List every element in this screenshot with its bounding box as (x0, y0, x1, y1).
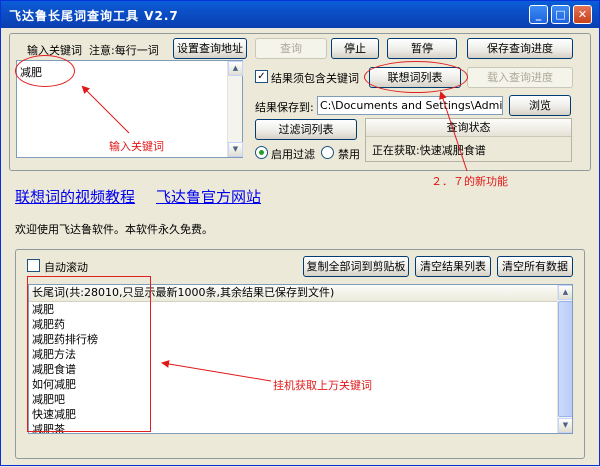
arrow-to-keyword (81, 85, 130, 134)
app-window: 飞达鲁长尾词查询工具 V2.7 _ □ ✕ 输入关键词 注意:每行一词 设置查询… (0, 0, 600, 466)
arrow-to-related-list (439, 91, 468, 172)
arrow-to-results (161, 360, 272, 382)
annotation-arrows (81, 85, 468, 382)
